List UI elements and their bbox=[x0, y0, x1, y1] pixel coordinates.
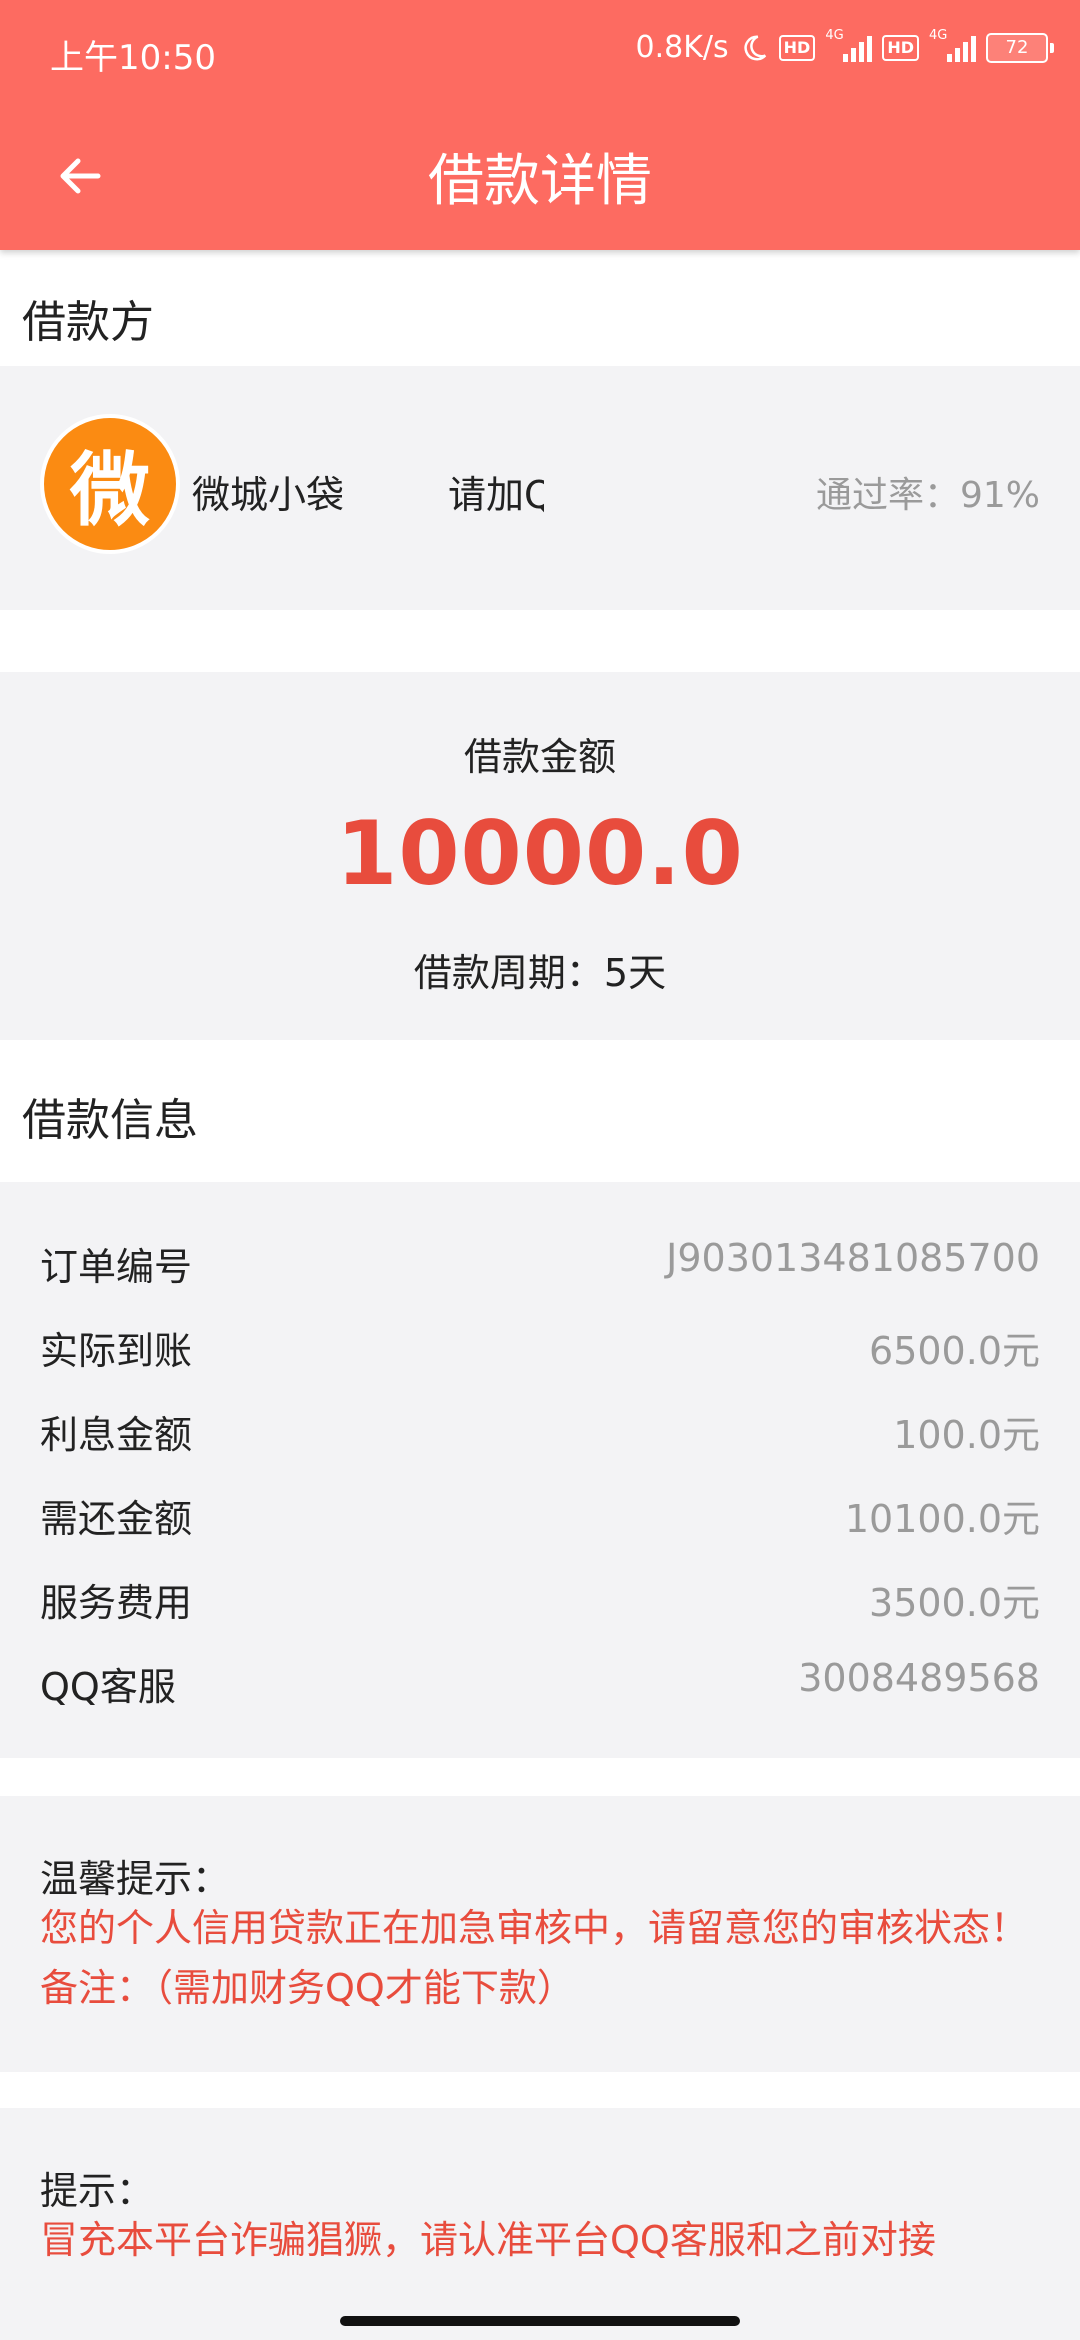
network-label: 4G bbox=[825, 27, 844, 43]
info-row-interest: 利息金额 100.0元 bbox=[40, 1404, 1040, 1464]
loan-amount: 10000.0 bbox=[336, 802, 744, 905]
signal-icon: 4G bbox=[825, 28, 873, 62]
amount-label: 借款金额 bbox=[463, 735, 616, 779]
notice-text: 您的个人信用贷款正在加急审核中，请留意您的审核状态！备注：（需加财务QQ才能下款… bbox=[40, 1906, 1029, 2010]
network-label-2: 4G bbox=[929, 27, 948, 43]
info-key: 利息金额 bbox=[40, 1413, 193, 1457]
info-value: J903013481085700 bbox=[666, 1236, 1040, 1280]
info-row-order: 订单编号 J903013481085700 bbox=[40, 1236, 1040, 1296]
notice-title: 温馨提示： bbox=[40, 1857, 231, 1901]
network-speed: 0.8K/s bbox=[635, 30, 729, 65]
tip-text: 冒充本平台诈骗猖獗，请认准平台QQ客服和之前对接 bbox=[40, 2218, 936, 2262]
battery-level: 72 bbox=[986, 32, 1048, 63]
lender-logo: 微 bbox=[40, 414, 180, 554]
info-row-qq-service[interactable]: QQ客服 3008489568 bbox=[40, 1656, 1040, 1716]
info-key: 服务费用 bbox=[40, 1581, 193, 1625]
nav-header: 借款详情 bbox=[0, 100, 1080, 250]
hd-badge-2: HD bbox=[882, 34, 919, 61]
info-row-service-fee: 服务费用 3500.0元 bbox=[40, 1572, 1040, 1632]
info-row-repay: 需还金额 10100.0元 bbox=[40, 1488, 1040, 1548]
loan-amount-card: 借款金额 10000.0 借款周期：5天 bbox=[0, 672, 1080, 1040]
status-time: 上午10:50 bbox=[50, 38, 216, 78]
lender-name: 微城小袋 bbox=[192, 473, 345, 517]
battery-icon: 72 bbox=[986, 32, 1054, 63]
info-key: QQ客服 bbox=[40, 1665, 176, 1709]
info-value: 6500.0元 bbox=[869, 1329, 1040, 1373]
page-title: 借款详情 bbox=[428, 149, 652, 214]
warm-notice-card: 温馨提示： 您的个人信用贷款正在加急审核中，请留意您的审核状态！备注：（需加财务… bbox=[0, 1796, 1080, 2072]
info-value: 100.0元 bbox=[893, 1413, 1040, 1457]
tip-card: 提示： 冒充本平台诈骗猖獗，请认准平台QQ客服和之前对接 bbox=[0, 2108, 1080, 2340]
info-key: 实际到账 bbox=[40, 1329, 193, 1373]
loan-period: 借款周期：5天 bbox=[413, 951, 667, 995]
info-value[interactable]: 3008489568 bbox=[798, 1656, 1040, 1700]
lender-add-contact: 请加QQ bbox=[448, 473, 544, 517]
lender-section-header: 借款方 bbox=[0, 250, 1080, 366]
info-key: 需还金额 bbox=[40, 1497, 193, 1541]
info-section-title: 借款信息 bbox=[22, 1095, 198, 1146]
info-section-header: 借款信息 bbox=[0, 1040, 1080, 1182]
status-icons: 0.8K/s HD 4G HD 4G 72 bbox=[635, 28, 1054, 65]
info-row-received: 实际到账 6500.0元 bbox=[40, 1320, 1040, 1380]
hd-badge: HD bbox=[778, 34, 816, 61]
lender-section-title: 借款方 bbox=[22, 297, 154, 348]
lender-card[interactable]: 微 微城小袋 请加QQ 通过率：91% bbox=[0, 366, 1080, 610]
status-bar: 上午10:50 0.8K/s HD 4G HD 4G 72 bbox=[0, 0, 1080, 100]
signal-icon-2: 4G bbox=[929, 28, 976, 62]
info-value: 3500.0元 bbox=[869, 1581, 1040, 1625]
lender-logo-char: 微 bbox=[70, 444, 150, 537]
info-key: 订单编号 bbox=[40, 1245, 193, 1289]
loan-info-list: 订单编号 J903013481085700 实际到账 6500.0元 利息金额 … bbox=[0, 1182, 1080, 1758]
home-indicator[interactable] bbox=[340, 2316, 740, 2326]
app-header: 上午10:50 0.8K/s HD 4G HD 4G 72 借款详情 bbox=[0, 0, 1080, 250]
pass-rate: 通过率：91% bbox=[815, 475, 1040, 516]
moon-icon bbox=[744, 34, 766, 60]
info-value: 10100.0元 bbox=[844, 1497, 1040, 1541]
tip-title: 提示： bbox=[40, 2169, 155, 2213]
